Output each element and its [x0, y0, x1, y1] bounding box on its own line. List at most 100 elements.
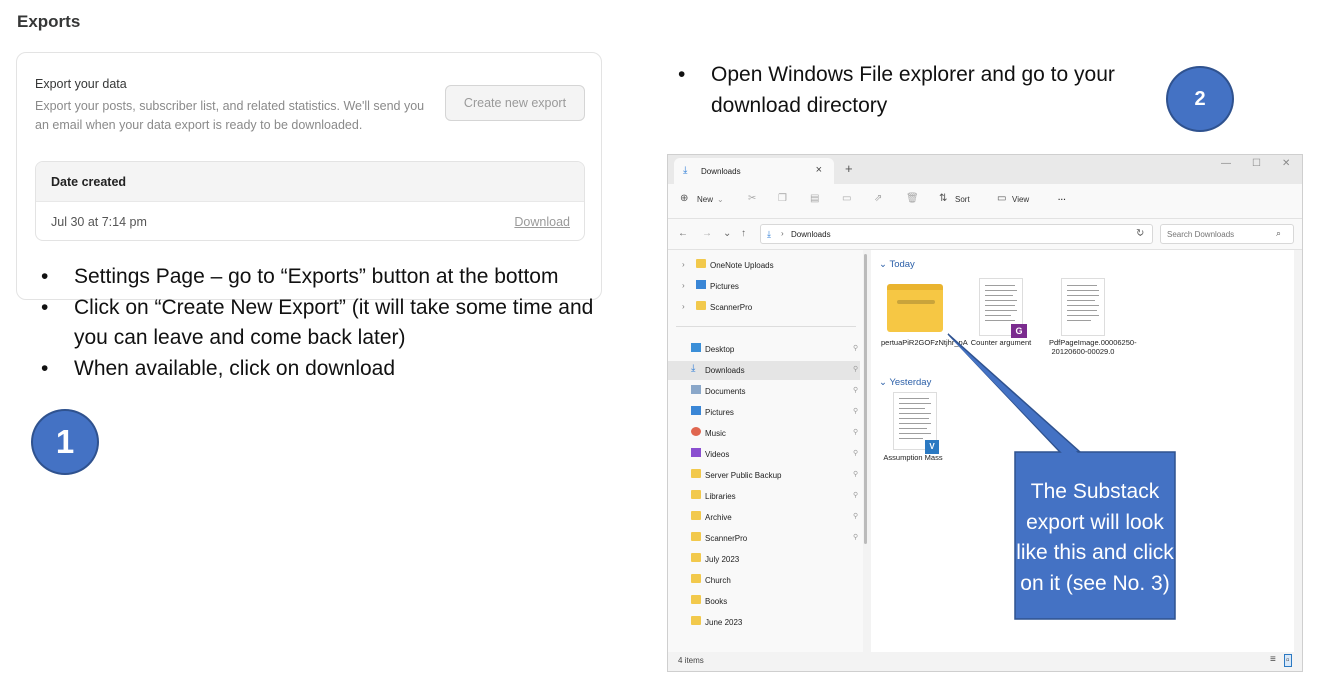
file-explorer-window: ⤓ Downloads × + — ☐ ✕ ⊕ New ⌄ ✂ ❐ ▤ ▭ ⇗ …	[667, 154, 1303, 672]
search-icon: ⌕	[1276, 228, 1282, 238]
nav-item-label: Documents	[705, 387, 746, 396]
share-icon[interactable]: ⇗	[874, 193, 882, 204]
step-2-badge: 2	[1166, 66, 1234, 132]
table-header: Date created	[36, 162, 584, 202]
pin-icon[interactable]: ⚲	[853, 470, 858, 478]
pin-icon[interactable]: ⚲	[853, 512, 858, 520]
pin-icon[interactable]: ⚲	[853, 407, 858, 415]
status-bar: 4 items ≡ ▫	[668, 652, 1302, 671]
group-header-today[interactable]: ⌄ Today	[879, 259, 915, 270]
pin-icon[interactable]: ⚲	[853, 428, 858, 436]
new-tab-icon[interactable]: +	[845, 161, 853, 176]
folder-icon	[691, 553, 701, 562]
pin-icon[interactable]: ⚲	[853, 386, 858, 394]
pin-icon[interactable]: ⚲	[853, 533, 858, 541]
create-new-export-button[interactable]: Create new export	[445, 85, 585, 121]
nav-item-label: OneNote Uploads	[710, 261, 774, 270]
details-view-icon[interactable]: ≡	[1270, 654, 1276, 665]
file-item-counter-argument[interactable]: G Counter argument	[967, 278, 1035, 358]
delete-icon[interactable]: 🗑	[906, 193, 919, 204]
forward-icon[interactable]: →	[702, 228, 712, 239]
pin-icon[interactable]: ⚲	[853, 449, 858, 457]
instructions-left: Settings Page – go to “Exports” button a…	[41, 262, 626, 384]
pin-icon[interactable]: ⚲	[853, 365, 858, 373]
nav-item-june-2023[interactable]: June 2023	[668, 613, 860, 632]
close-window-icon[interactable]: ✕	[1282, 158, 1290, 169]
card-heading: Export your data	[35, 77, 127, 91]
export-date: Jul 30 at 7:14 pm	[51, 215, 147, 229]
maximize-icon[interactable]: ☐	[1252, 158, 1261, 169]
nav-item-label: Libraries	[705, 492, 736, 501]
nav-item-documents[interactable]: Documents ⚲	[668, 382, 860, 401]
file-item-assumption-mass[interactable]: V Assumption Mass	[879, 392, 947, 472]
tab-bar: ⤓ Downloads × + — ☐ ✕	[668, 155, 1302, 184]
refresh-icon[interactable]: ↻	[1136, 228, 1144, 239]
nav-scrollbar[interactable]	[864, 254, 867, 544]
pictures-icon	[691, 406, 701, 415]
copy-icon[interactable]: ❐	[778, 193, 787, 204]
card-description: Export your posts, subscriber list, and …	[35, 99, 425, 132]
nav-item-july-2023[interactable]: July 2023	[668, 550, 860, 569]
nav-item-scannerpro-quick[interactable]: ScannerPro ⚲	[668, 529, 860, 548]
pin-icon[interactable]: ⚲	[853, 344, 858, 352]
nav-item-libraries[interactable]: Libraries ⚲	[668, 487, 860, 506]
navigation-pane: › OneNote Uploads › Pictures › ScannerPr…	[668, 250, 863, 652]
desktop-icon	[691, 343, 701, 352]
nav-item-label: Archive	[705, 513, 732, 522]
back-icon[interactable]: ←	[678, 228, 688, 239]
nav-item-scannerpro[interactable]: › ScannerPro	[668, 298, 860, 317]
nav-item-label: Server Public Backup	[705, 471, 782, 480]
nav-item-church[interactable]: Church	[668, 571, 860, 590]
group-header-yesterday[interactable]: ⌄ Yesterday	[879, 377, 931, 388]
download-icon: ⤓	[767, 229, 771, 239]
file-item-zip[interactable]: pertuaPiR2GOFzNtjhr_pA	[881, 280, 968, 360]
download-link[interactable]: Download	[514, 215, 570, 229]
nav-item-videos[interactable]: Videos ⚲	[668, 445, 860, 464]
nav-item-books[interactable]: Books	[668, 592, 860, 611]
view-button[interactable]: View	[1012, 195, 1029, 204]
file-item-pdf-page-image[interactable]: PdfPageImage.00006250-20120600-00029.0	[1049, 278, 1137, 358]
cut-icon[interactable]: ✂	[748, 193, 756, 204]
nav-item-label: Pictures	[710, 282, 739, 291]
tiles-view-icon[interactable]: ▫	[1284, 654, 1292, 667]
tab-title: Downloads	[701, 167, 741, 176]
paste-icon[interactable]: ▤	[810, 193, 819, 204]
nav-item-pictures[interactable]: › Pictures	[668, 277, 860, 296]
nav-item-label: Videos	[705, 450, 730, 459]
expand-icon[interactable]: ›	[682, 260, 685, 269]
item-count: 4 items	[678, 656, 704, 665]
close-tab-icon[interactable]: ×	[816, 164, 822, 176]
nav-item-label: Pictures	[705, 408, 734, 417]
file-name: pertuaPiR2GOFzNtjhr_pA	[881, 338, 968, 347]
app-badge-icon: V	[925, 440, 939, 454]
nav-item-server-public-backup[interactable]: Server Public Backup ⚲	[668, 466, 860, 485]
tab-downloads[interactable]: ⤓ Downloads ×	[674, 158, 834, 184]
group-label: Today	[889, 259, 915, 270]
download-icon: ⤓	[691, 363, 696, 374]
file-name: PdfPageImage.00006250-20120600-00029.0	[1049, 338, 1137, 356]
folder-icon	[691, 490, 701, 499]
folder-icon	[691, 574, 701, 583]
nav-item-onenote-uploads[interactable]: › OneNote Uploads	[668, 256, 860, 275]
nav-item-archive[interactable]: Archive ⚲	[668, 508, 860, 527]
file-name: Counter argument	[970, 338, 1032, 347]
pin-icon[interactable]: ⚲	[853, 491, 858, 499]
nav-item-pictures[interactable]: Pictures ⚲	[668, 403, 860, 422]
recent-locations-icon[interactable]: ⌄	[723, 228, 731, 239]
nav-item-label: July 2023	[705, 555, 740, 564]
new-button[interactable]: New	[697, 195, 713, 204]
expand-icon[interactable]: ›	[682, 281, 685, 290]
minimize-icon[interactable]: —	[1221, 158, 1231, 169]
sort-button[interactable]: Sort	[955, 195, 970, 204]
nav-item-music[interactable]: Music ⚲	[668, 424, 860, 443]
nav-item-desktop[interactable]: Desktop ⚲	[668, 340, 860, 359]
more-options-button[interactable]: ···	[1058, 195, 1066, 204]
address-path: Downloads	[791, 230, 831, 239]
search-input[interactable]	[1160, 224, 1294, 244]
address-box[interactable]: ⤓ › Downloads ⌄	[760, 224, 1153, 244]
command-bar: ⊕ New ⌄ ✂ ❐ ▤ ▭ ⇗ 🗑 ⇅ Sort ▭ View ···	[668, 184, 1302, 219]
nav-item-downloads[interactable]: ⤓ Downloads ⚲	[668, 361, 860, 380]
expand-icon[interactable]: ›	[682, 302, 685, 311]
up-icon[interactable]: ↑	[741, 228, 746, 239]
rename-icon[interactable]: ▭	[842, 193, 851, 204]
